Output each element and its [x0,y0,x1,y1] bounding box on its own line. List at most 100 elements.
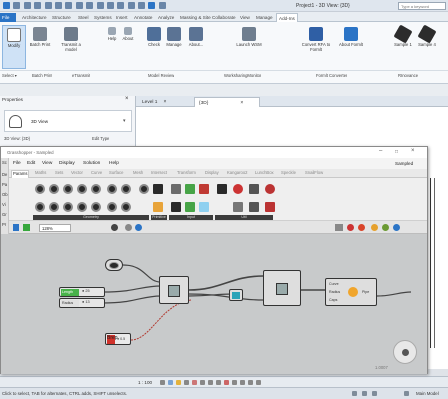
vector-param-icon[interactable] [91,202,101,212]
sample-1-button[interactable]: Sample 1 [392,24,414,69]
revit-logo-icon[interactable] [3,2,10,9]
toggle-input-icon[interactable] [185,184,195,194]
text-icon[interactable] [96,2,104,9]
tab-display[interactable]: Display [205,170,219,175]
tab-view[interactable]: View [238,13,252,22]
line-sdl-component[interactable] [159,276,189,304]
geometry-param-icon[interactable] [91,184,101,194]
document-name[interactable]: Sampled [395,161,413,166]
zoom-field[interactable]: 128% [39,224,71,232]
analytical-model-icon[interactable] [248,380,253,385]
about-model-review-button[interactable]: About... [184,25,208,69]
sun-path-icon[interactable] [176,380,181,385]
tab-speckle[interactable]: Speckle [281,170,296,175]
transmit-model-button[interactable]: Transmit a model [56,25,86,69]
shadows-icon[interactable] [184,380,189,385]
design-options-icon[interactable] [362,391,367,396]
tab-massing-site[interactable]: Massing & Site [178,13,213,22]
cylinder-component[interactable] [229,289,243,301]
reveal-hidden-icon[interactable] [232,380,237,385]
undo-icon[interactable] [34,2,42,9]
tab-lunchbox[interactable]: LunchBox [255,170,274,175]
tab-file[interactable]: File [0,13,16,22]
plane-param-icon[interactable] [139,184,149,194]
button-input-icon[interactable] [199,184,209,194]
edit-type-button[interactable]: Edit Type [92,136,109,141]
data-dam-icon[interactable] [249,184,259,194]
print-icon[interactable] [54,2,62,9]
boolean-param-icon[interactable] [153,184,163,194]
redo-icon[interactable] [44,2,52,9]
mesh-param-icon[interactable] [107,184,117,194]
tab-level-1[interactable]: Level 1 × [138,97,170,107]
about-formit-button[interactable]: About Formlt [336,25,366,69]
measure-icon[interactable] [65,2,73,9]
about-button[interactable]: About [120,25,136,69]
cluster-icon[interactable] [217,184,227,194]
colour-swatch-icon[interactable] [199,202,209,212]
group-param-icon[interactable] [121,202,131,212]
colour-param-icon[interactable] [153,202,163,212]
menu-file[interactable]: File [13,161,21,166]
tab-kangaroo2[interactable]: Kangaroo2 [227,170,248,175]
panel-input-icon[interactable] [171,202,181,212]
tab-steel[interactable]: Steel [76,13,90,22]
minimize-icon[interactable]: – [379,148,382,154]
type-selector[interactable]: 3D View ▾ [4,110,132,132]
worksharing-display-icon[interactable] [240,380,245,385]
modify-button[interactable]: Modify [2,25,26,69]
menu-view[interactable]: View [42,161,52,166]
curve-param-icon[interactable] [49,184,59,194]
fitness-icon[interactable] [265,184,275,194]
select-panel[interactable]: Select ▾ [2,73,17,78]
tab-systems[interactable]: Systems [92,13,114,22]
dimension-icon[interactable] [75,2,83,9]
line-param-icon[interactable] [121,184,131,194]
slider-input-icon[interactable] [171,184,181,194]
navigation-compass[interactable] [393,340,417,364]
section-icon[interactable] [117,2,125,9]
visual-style-icon[interactable] [168,380,173,385]
save-file-icon[interactable] [23,224,30,231]
tab-structure[interactable]: Structure [50,13,73,22]
batch-print-button[interactable]: Batch Print [28,25,52,69]
circle-param-icon[interactable] [35,184,45,194]
tab-add-ins[interactable]: Add-Ins [276,13,298,22]
grasshopper-canvas[interactable]: Length ● 25 Radius ● 13 Curve Radius Cap… [1,234,427,374]
tab-manage[interactable]: Manage [254,13,275,22]
convert-rfa-button[interactable]: Convert RFA to Formlt [300,25,332,69]
menu-solution[interactable]: Solution [83,161,100,166]
preview-icon[interactable] [125,224,132,231]
radius-slider[interactable]: Radius ● 13 [59,298,105,308]
crop-view-icon[interactable] [200,380,205,385]
tab-mesh[interactable]: Mesh [133,170,143,175]
render-icon[interactable] [192,380,197,385]
launch-wsm-button[interactable]: Launch WSM [232,25,266,69]
trigger-icon[interactable] [249,202,259,212]
brep-param-icon[interactable] [63,184,73,194]
open-icon[interactable] [13,2,21,9]
relay-icon[interactable] [233,202,243,212]
show-crop-icon[interactable] [208,380,213,385]
tab-analyze[interactable]: Analyze [156,13,176,22]
maximize-icon[interactable]: □ [395,149,398,155]
help-button[interactable]: Help [104,25,120,69]
length-slider[interactable]: Length ● 25 [59,287,105,297]
tab-sets[interactable]: Sets [55,170,63,175]
close-hidden-icon[interactable] [138,2,146,9]
point-param-icon[interactable] [35,202,45,212]
tab-insert[interactable]: Insert [114,13,130,22]
tab-surface[interactable]: Surface [109,170,123,175]
thin-lines-icon[interactable] [127,2,135,9]
menu-help[interactable]: Help [109,161,119,166]
eye-icon[interactable] [135,224,142,231]
tab-snailflow[interactable]: SnailFlow [305,170,323,175]
close-tab-icon[interactable]: × [163,99,166,105]
tab-maths[interactable]: Maths [35,170,46,175]
default-3d-icon[interactable] [106,2,114,9]
tab-collaborate[interactable]: Collaborate [210,13,238,22]
active-model[interactable]: Main Model [416,391,439,396]
quality-icon[interactable] [393,224,400,231]
preview-shaded-icon[interactable] [347,224,354,231]
close-icon[interactable]: × [411,148,415,154]
